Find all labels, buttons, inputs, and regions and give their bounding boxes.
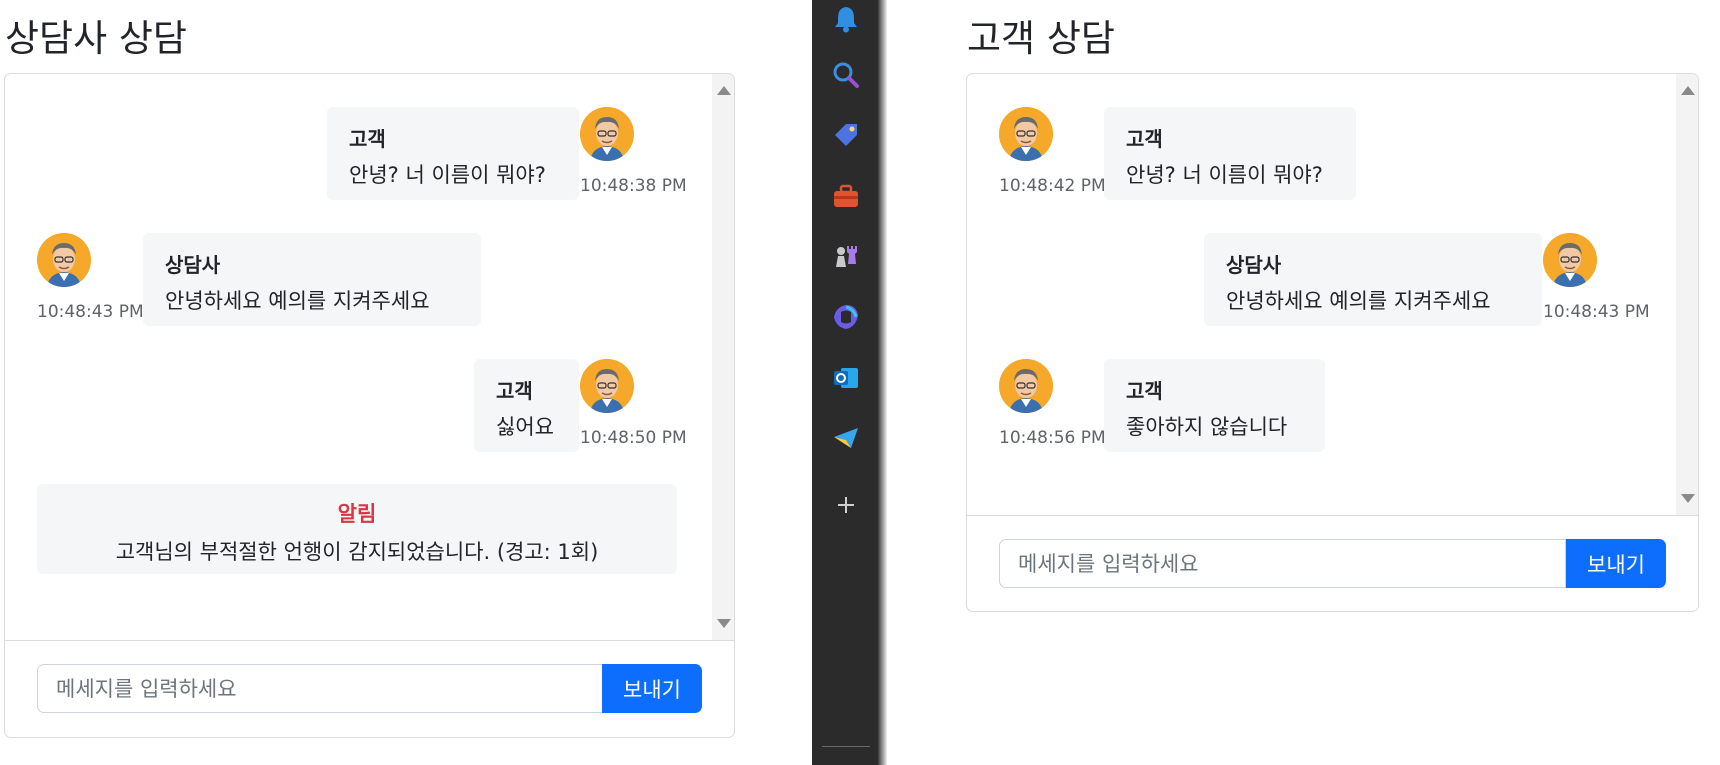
scroll-down-arrow-icon[interactable] (1681, 494, 1695, 503)
page-title: 상담사 상담 (5, 17, 187, 60)
avatar (37, 233, 91, 287)
message-bubble: 고객 싫어요 (474, 359, 579, 452)
message-text: 안녕? 너 이름이 뭐야? (349, 163, 546, 187)
message-list[interactable]: 고객 안녕? 너 이름이 뭐야? 10:48:38 PM 10:48:43 PM… (5, 74, 734, 641)
message-bubble: 상담사 안녕하세요 예의를 지켜주세요 (1204, 233, 1542, 326)
message-input-row: 보내기 (37, 664, 702, 713)
browser-sidebar (812, 0, 881, 765)
avatar (580, 107, 634, 161)
message-time: 10:48:42 PM (999, 176, 1106, 196)
message-time: 10:48:38 PM (580, 176, 687, 196)
message-sender: 고객 (1126, 127, 1163, 151)
customer-panel: 고객 상담 10:48:42 PM 고객 안녕? 너 이름이 뭐야? 상담사 안… (887, 0, 1720, 765)
scroll-up-arrow-icon[interactable] (1681, 86, 1695, 95)
scroll-down-arrow-icon[interactable] (717, 619, 731, 628)
avatar (1543, 233, 1597, 287)
message-time: 10:48:43 PM (1543, 302, 1650, 322)
message-bubble: 고객 좋아하지 않습니다 (1104, 359, 1325, 452)
send-button[interactable]: 보내기 (602, 664, 702, 713)
message-list[interactable]: 10:48:42 PM 고객 안녕? 너 이름이 뭐야? 상담사 안녕하세요 예… (967, 74, 1698, 516)
counselor-panel: 상담사 상담 고객 안녕? 너 이름이 뭐야? 10:48:38 PM 10:4… (0, 0, 812, 765)
message-input[interactable] (999, 539, 1566, 588)
message-input-row: 보내기 (999, 539, 1666, 588)
chess-icon[interactable] (831, 241, 861, 271)
message-time: 10:48:43 PM (37, 302, 144, 322)
toolbox-icon[interactable] (831, 181, 861, 211)
avatar (580, 359, 634, 413)
sidebar-edge (878, 0, 887, 765)
chat-card: 10:48:42 PM 고객 안녕? 너 이름이 뭐야? 상담사 안녕하세요 예… (966, 73, 1699, 612)
message-input[interactable] (37, 664, 604, 713)
outlook-icon[interactable] (831, 363, 861, 393)
message-text: 안녕하세요 예의를 지켜주세요 (165, 289, 430, 313)
message-text: 안녕? 너 이름이 뭐야? (1126, 163, 1323, 187)
avatar (999, 359, 1053, 413)
chat-card: 고객 안녕? 너 이름이 뭐야? 10:48:38 PM 10:48:43 PM… (4, 73, 735, 738)
copilot-icon[interactable] (831, 302, 861, 332)
message-bubble: 상담사 안녕하세요 예의를 지켜주세요 (143, 233, 481, 326)
search-icon[interactable] (831, 60, 861, 90)
message-text: 안녕하세요 예의를 지켜주세요 (1226, 289, 1491, 313)
message-sender: 상담사 (1226, 253, 1282, 277)
message-bubble: 고객 안녕? 너 이름이 뭐야? (327, 107, 579, 200)
message-text: 싫어요 (496, 415, 554, 439)
avatar (999, 107, 1053, 161)
scroll-up-arrow-icon[interactable] (717, 86, 731, 95)
message-time: 10:48:56 PM (999, 428, 1106, 448)
scrollbar[interactable] (1676, 74, 1698, 515)
notice-title: 알림 (337, 502, 377, 526)
warning-notice: 알림 고객님의 부적절한 언행이 감지되었습니다. (경고: 1회) (37, 484, 677, 574)
send-icon[interactable] (831, 423, 861, 453)
message-text: 좋아하지 않습니다 (1126, 415, 1288, 439)
message-sender: 고객 (496, 379, 533, 403)
notice-text: 고객님의 부적절한 언행이 감지되었습니다. (경고: 1회) (115, 540, 599, 564)
scrollbar[interactable] (712, 74, 734, 640)
send-button[interactable]: 보내기 (1566, 539, 1666, 588)
message-bubble: 고객 안녕? 너 이름이 뭐야? (1104, 107, 1356, 200)
page-title: 고객 상담 (967, 17, 1115, 60)
message-sender: 고객 (349, 127, 386, 151)
bell-icon[interactable] (831, 4, 861, 34)
sidebar-divider (822, 746, 870, 747)
message-sender: 상담사 (165, 253, 221, 277)
message-sender: 고객 (1126, 379, 1163, 403)
message-time: 10:48:50 PM (580, 428, 687, 448)
tag-icon[interactable] (831, 120, 861, 150)
plus-icon[interactable] (831, 490, 861, 520)
